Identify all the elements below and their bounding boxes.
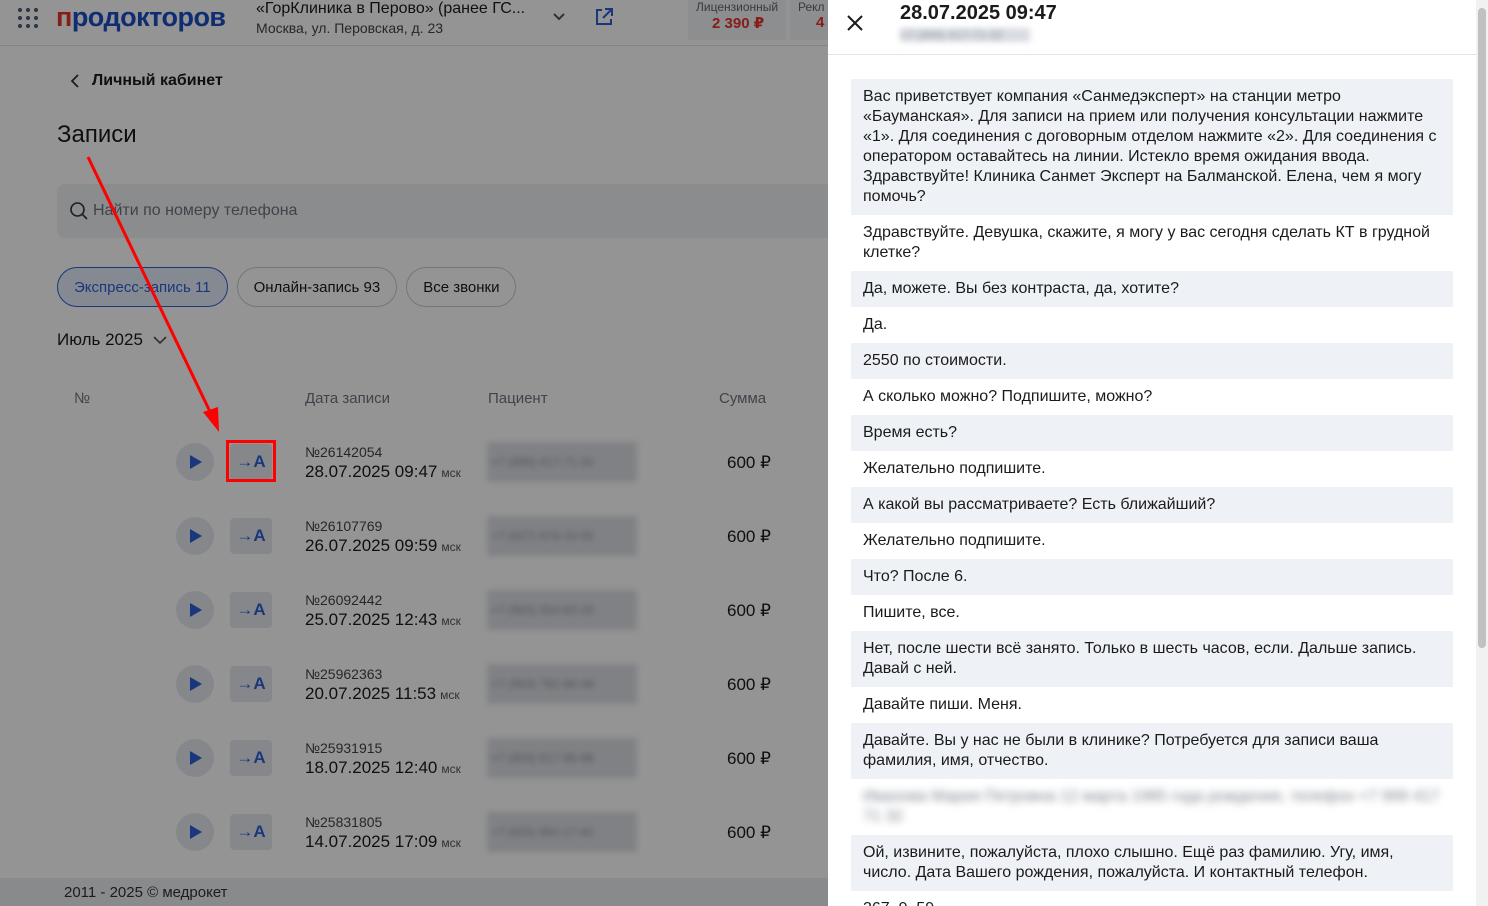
- transcript-message: Давайте пиши. Меня.: [863, 696, 1022, 713]
- redacted-text: Иванова Мария Петровна 12 марта 1985 год…: [863, 788, 1440, 825]
- transcript-message-redacted: Иванова Мария Петровна 12 марта 1985 год…: [851, 779, 1453, 835]
- panel-scrollbar[interactable]: [1476, 0, 1488, 906]
- transcript-message: Здравствуйте. Девушка, скажите, я могу у…: [863, 224, 1430, 261]
- close-icon[interactable]: [845, 13, 865, 33]
- transcript-message: Желательно подпишите.: [863, 532, 1046, 549]
- transcript-panel: 28.07.2025 09:47 +7 (999) 417-71-32 Вас …: [828, 0, 1488, 906]
- transcript-message: Желательно подпишите.: [863, 460, 1046, 477]
- transcript-message: Что? После 6.: [851, 559, 1453, 595]
- transcript-message: 2550 по стоимости.: [851, 343, 1453, 379]
- transcript-panel-header: 28.07.2025 09:47 +7 (999) 417-71-32: [828, 0, 1476, 55]
- transcript-message: А какой вы рассматриваете? Есть ближайши…: [851, 487, 1453, 523]
- transcript-message: Время есть?: [851, 415, 1453, 451]
- transcript-message: Ой, извините, пожалуйста, плохо слышно. …: [851, 835, 1453, 891]
- transcript-title: 28.07.2025 09:47: [900, 2, 1057, 24]
- transcript-messages: Вас приветствует компания «Санмедэксперт…: [851, 79, 1453, 906]
- transcript-message: Нет, после шести всё занято. Только в ше…: [851, 631, 1453, 687]
- transcript-message: А сколько можно? Подпишите, можно?: [863, 388, 1153, 405]
- modal-backdrop[interactable]: [0, 0, 828, 906]
- transcript-message: Да, можете. Вы без контраста, да, хотите…: [851, 271, 1453, 307]
- annotation-highlight-box: [226, 440, 276, 482]
- transcript-message: Пишите, все.: [863, 604, 960, 621]
- transcript-message: 367. 9. 59.: [851, 891, 1453, 906]
- scrollbar-thumb[interactable]: [1478, 8, 1486, 648]
- transcript-message: Давайте. Вы у нас не были в клинике? Пот…: [851, 723, 1453, 779]
- transcript-message: Да.: [863, 316, 888, 333]
- transcript-phone: +7 (999) 417-71-32: [900, 28, 1030, 42]
- transcript-message: Вас приветствует компания «Санмедэксперт…: [851, 79, 1453, 215]
